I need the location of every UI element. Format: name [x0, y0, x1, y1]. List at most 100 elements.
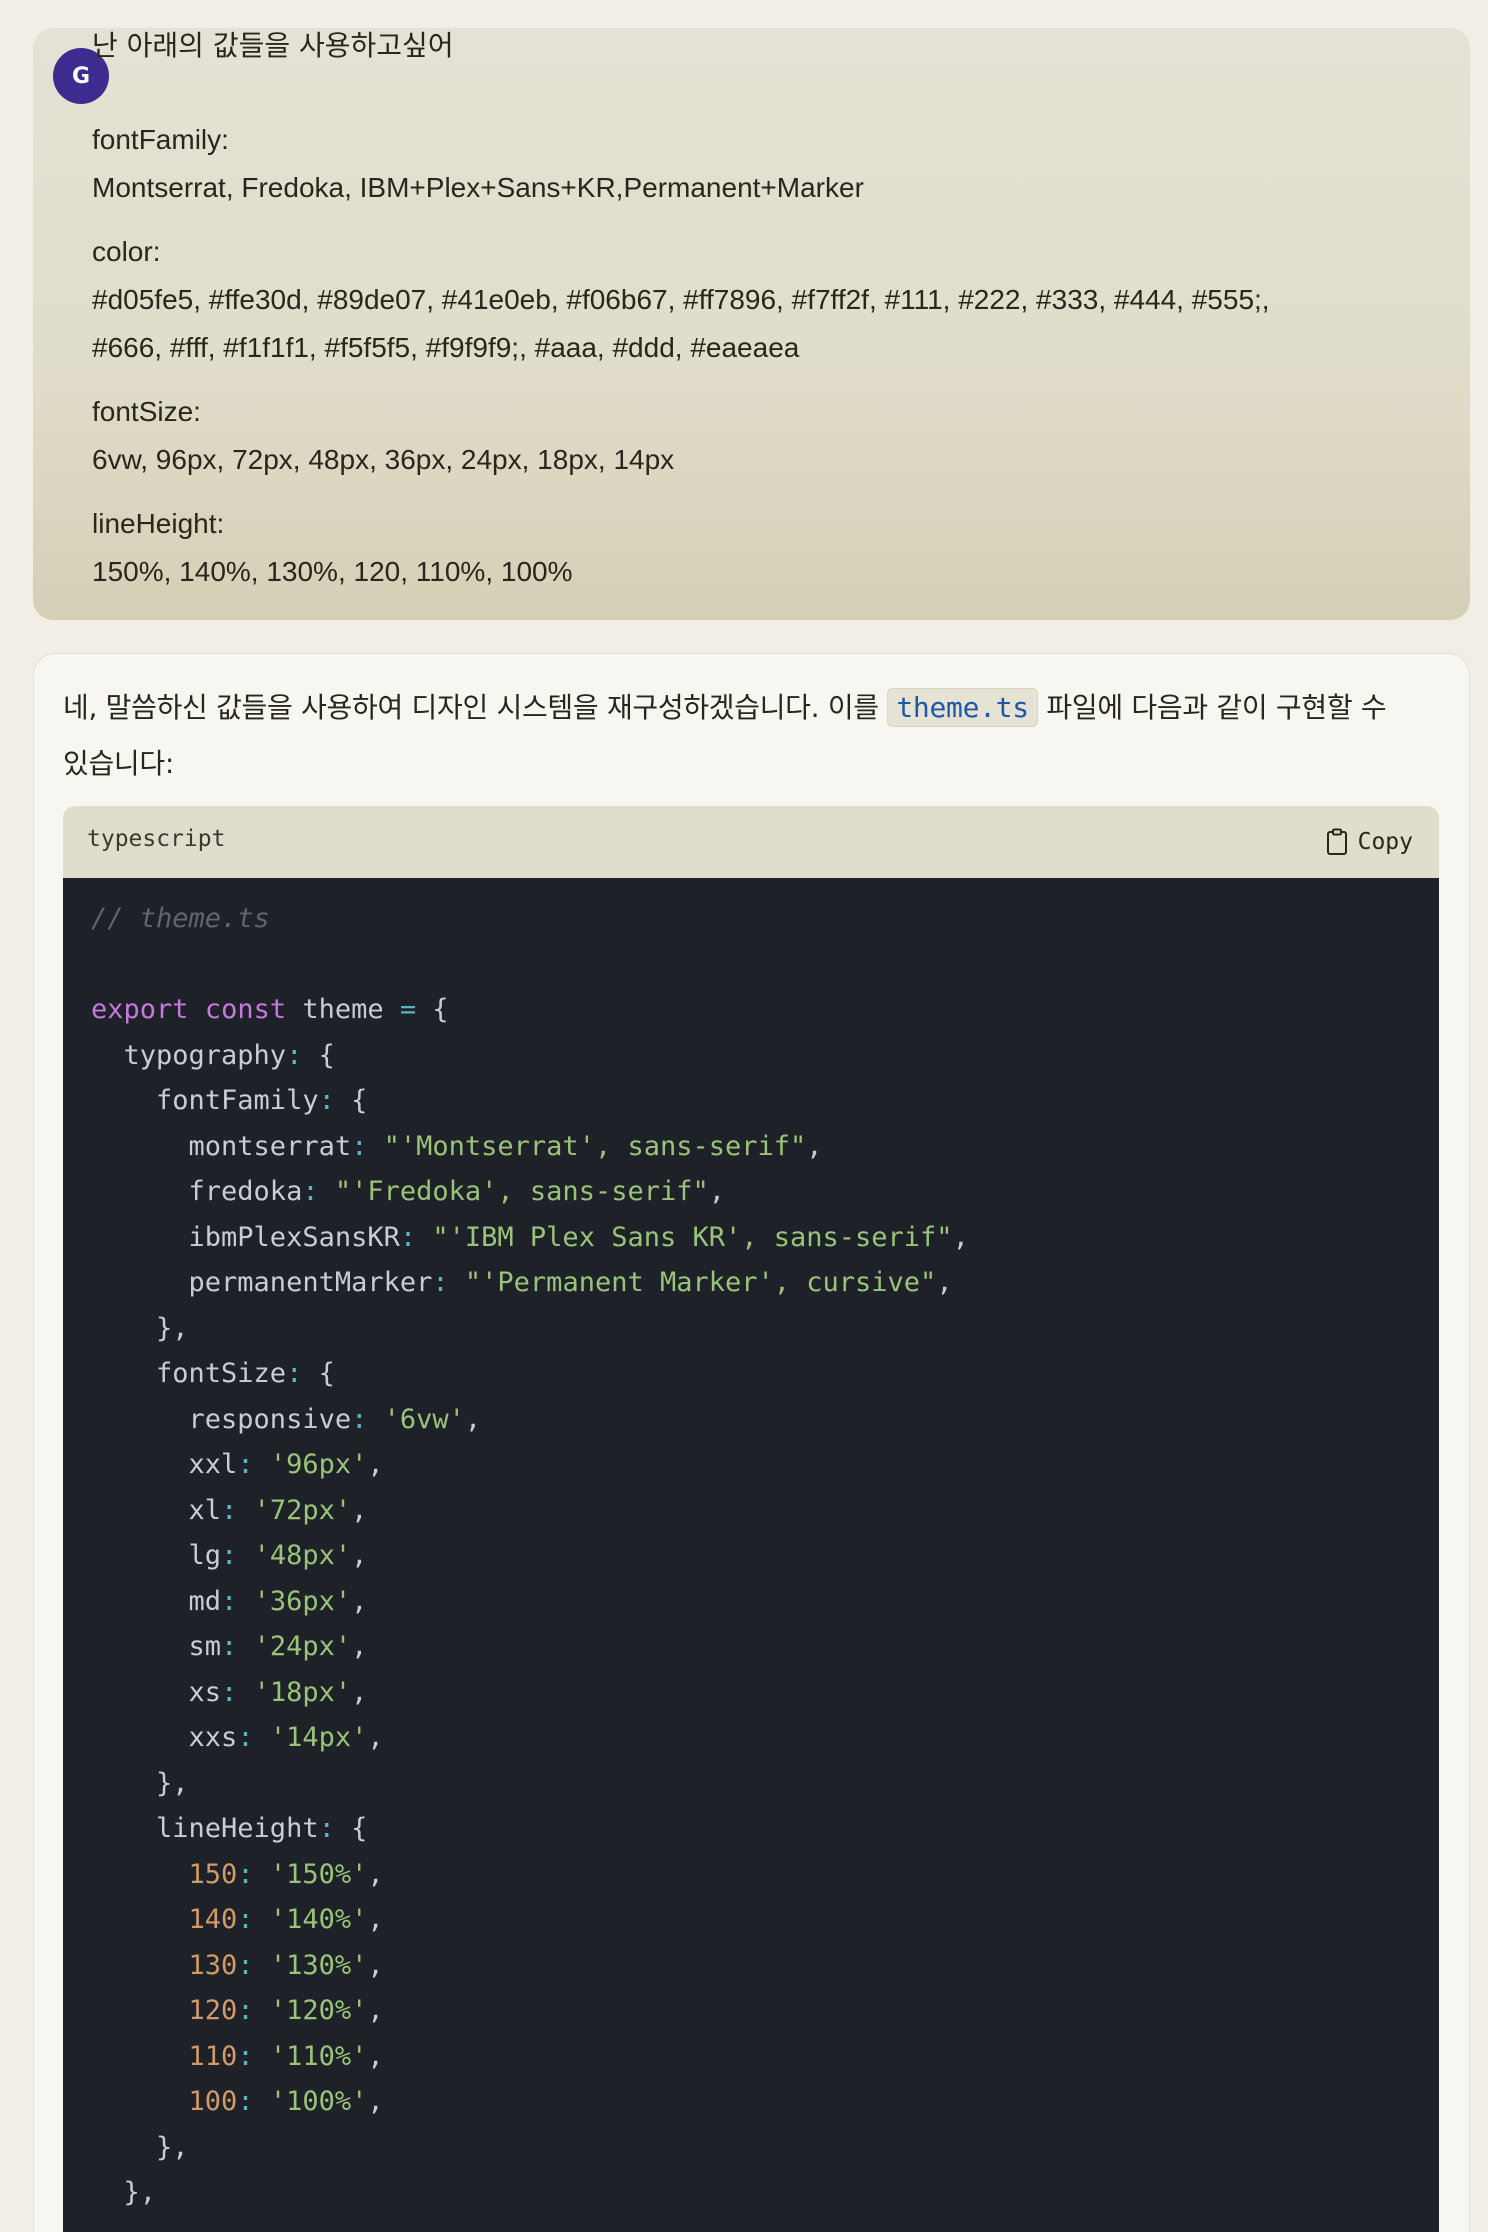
code-token: "'Permanent Marker', cursive" [464, 1267, 937, 1298]
code-token: , [367, 2086, 384, 2117]
code-token: , [936, 1267, 953, 1298]
code-token: ibmPlexSansKR [91, 1221, 400, 1253]
code-token: theme [286, 994, 400, 1025]
code-token: { [334, 1813, 368, 1844]
code-token: lg [91, 1540, 222, 1571]
code-line: 150: '150%', [91, 1852, 969, 1898]
code-token: : [237, 1722, 254, 1753]
code-token: , [351, 1631, 368, 1662]
code-token: }, [91, 1767, 189, 1799]
user-line: fontFamily: [92, 124, 229, 155]
code-line: }, [91, 2125, 969, 2171]
code-token: , [367, 2040, 384, 2072]
code-token: : [237, 1995, 254, 2026]
code-token: 110 [91, 2040, 238, 2072]
code-token: : [318, 1085, 335, 1116]
copy-button-label: Copy [1357, 829, 1413, 855]
code-line: xxl: '96px', [91, 1442, 969, 1488]
code-token: : [221, 1494, 238, 1526]
user-line: 6vw, 96px, 72px, 48px, 36px, 24px, 18px,… [92, 444, 675, 475]
user-message-text: 난 아래의 값들을 사용하고싶어 [92, 29, 454, 62]
code-block: // theme.ts export const theme = { typogr… [63, 878, 1439, 2232]
code-token: '72px' [253, 1494, 352, 1526]
code-token: "'Fredoka', sans-serif" [334, 1176, 709, 1207]
code-token: }, [91, 1312, 189, 1344]
code-token: "'IBM Plex Sans KR', sans-serif" [432, 1221, 953, 1253]
code-line: 140: '140%', [91, 1897, 969, 1943]
code-token: fredoka [91, 1176, 303, 1207]
user-line: 150%, 140%, 130%, 120, 110%, 100% [92, 556, 573, 587]
assistant-intro-text: 네, 말씀하신 값들을 사용하여 디자인 시스템을 재구성하겠습니다. 이를 [63, 691, 888, 724]
code-line: 130: '130%', [91, 1943, 969, 1989]
code-token: '6vw' [383, 1403, 465, 1435]
code-line: lg: '48px', [91, 1533, 969, 1579]
code-token: = [399, 994, 417, 1025]
code-token: , [351, 1676, 368, 1708]
user-message: G [33, 28, 1470, 620]
code-token: sm [91, 1631, 222, 1662]
code-token: xxs [91, 1722, 238, 1753]
code-token: montserrat [91, 1130, 352, 1162]
code-token: '24px' [253, 1631, 352, 1662]
copy-button[interactable]: Copy [1326, 824, 1413, 860]
code-line: xl: '72px', [91, 1488, 969, 1534]
chat-page: G 난 아래의 값들을 사용하고싶어 fontFamily: Montserra… [0, 0, 1488, 2232]
code-token: : [237, 2040, 254, 2072]
code-token: : [221, 1676, 238, 1708]
code-token: '18px' [253, 1676, 352, 1708]
code-token: '110%' [269, 2040, 368, 2072]
code-line: fontFamily: { [91, 1078, 969, 1124]
code-line: xxs: '14px', [91, 1715, 969, 1761]
code-token: : [237, 2086, 254, 2117]
code-line: fontSize: { [91, 1351, 969, 1397]
code-token: // theme.ts [91, 903, 270, 934]
code-token: , [351, 1585, 368, 1617]
code-token: '96px' [269, 1449, 368, 1480]
code-line: ibmPlexSansKR: "'IBM Plex Sans KR', sans… [91, 1215, 969, 1261]
code-token: '100%' [269, 2086, 368, 2117]
code-token: { [334, 1085, 368, 1116]
code-line: xs: '18px', [91, 1670, 969, 1716]
code-token: 120 [91, 1995, 238, 2026]
code-token: : [302, 1176, 319, 1207]
code-token: '120%' [269, 1995, 368, 2026]
code-line: }, [91, 1306, 969, 1352]
code-token: : [237, 1904, 254, 1935]
code-line: }, [91, 2170, 969, 2216]
code-token: md [91, 1585, 222, 1617]
code-token: : [318, 1813, 335, 1844]
code-token: , [367, 1904, 384, 1935]
code-token: xxl [91, 1449, 238, 1480]
code-token: : [286, 1358, 303, 1389]
code-token: : [221, 1585, 238, 1617]
code-token: , [367, 1995, 384, 2026]
assistant-intro: 네, 말씀하신 값들을 사용하여 디자인 시스템을 재구성하겠습니다. 이를 t… [63, 680, 1403, 792]
code-line: }, [91, 1761, 969, 1807]
code-token: : [237, 1858, 254, 1890]
code-token: '36px' [253, 1585, 352, 1617]
code-line: permanentMarker: "'Permanent Marker', cu… [91, 1260, 969, 1306]
user-line: color: [92, 236, 161, 267]
code-line: sm: '24px', [91, 1624, 969, 1670]
code-token: , [367, 1858, 384, 1890]
code-token: xl [91, 1494, 222, 1526]
code-token: , [708, 1176, 725, 1207]
code-token: : [286, 1039, 303, 1071]
code-line: fredoka: "'Fredoka', sans-serif", [91, 1169, 969, 1215]
code-token: '150%' [269, 1858, 368, 1890]
inline-code-filename: theme.ts [887, 688, 1038, 727]
code-token: fontFamily [91, 1085, 319, 1116]
code-line: montserrat: "'Montserrat', sans-serif", [91, 1124, 969, 1170]
code-token: }, [91, 2177, 157, 2208]
code-token: 150 [91, 1858, 238, 1890]
clipboard-icon [1326, 828, 1347, 855]
